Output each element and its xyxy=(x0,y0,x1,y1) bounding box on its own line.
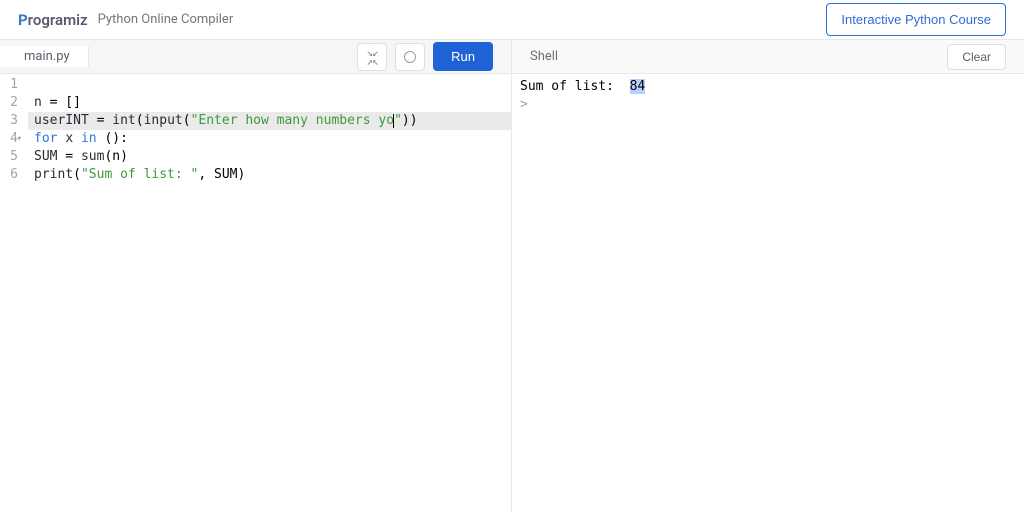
logo[interactable]: Programiz xyxy=(18,11,88,29)
editor-pane: main.py ↘↙↗↖ Run 1 2 3 4 5 6 n = [] user… xyxy=(0,40,512,512)
shell-pane: Shell Clear Sum of list: 84 > xyxy=(512,40,1024,512)
run-button[interactable]: Run xyxy=(433,42,493,71)
logo-initial: P xyxy=(18,11,28,29)
shell-output-line: Sum of list: 84 xyxy=(520,78,1016,96)
shell-output-text: Sum of list: xyxy=(520,79,630,94)
code-line[interactable]: SUM = sum(n) xyxy=(28,148,511,166)
minimize-icon[interactable]: ↘↙↗↖ xyxy=(357,43,387,71)
line-gutter: 1 2 3 4 5 6 xyxy=(0,76,28,512)
page-title: Python Online Compiler xyxy=(98,12,234,27)
editor-tab-label: main.py xyxy=(20,49,74,64)
logo-text: rogramiz xyxy=(28,11,88,29)
code-line[interactable]: n = [] xyxy=(28,94,511,112)
interactive-course-button[interactable]: Interactive Python Course xyxy=(826,3,1006,36)
editor-toolbar: ↘↙↗↖ Run xyxy=(357,42,493,71)
shell-prompt-icon: > xyxy=(520,97,536,112)
editor-body[interactable]: 1 2 3 4 5 6 n = [] userINT = int(input("… xyxy=(0,74,511,512)
clear-button[interactable]: Clear xyxy=(947,44,1006,70)
shell-prompt-line[interactable]: > xyxy=(520,96,1016,114)
header-left: Programiz Python Online Compiler xyxy=(18,11,233,29)
editor-tab[interactable]: main.py xyxy=(0,46,89,67)
code-line[interactable]: print("Sum of list: ", SUM) xyxy=(28,166,511,184)
code-line[interactable]: userINT = int(input("Enter how many numb… xyxy=(28,112,511,130)
editor-header: main.py ↘↙↗↖ Run xyxy=(0,40,511,74)
code-area[interactable]: n = [] userINT = int(input("Enter how ma… xyxy=(28,76,511,512)
shell-output-selected: 84 xyxy=(630,79,646,94)
main-area: main.py ↘↙↗↖ Run 1 2 3 4 5 6 n = [] user… xyxy=(0,40,1024,512)
shell-title: Shell xyxy=(530,49,558,64)
theme-toggle-icon[interactable] xyxy=(395,43,425,71)
shell-header: Shell Clear xyxy=(512,40,1024,74)
app-header: Programiz Python Online Compiler Interac… xyxy=(0,0,1024,40)
shell-body[interactable]: Sum of list: 84 > xyxy=(512,74,1024,512)
code-line[interactable] xyxy=(28,76,511,94)
code-line[interactable]: for x in (): xyxy=(28,130,511,148)
